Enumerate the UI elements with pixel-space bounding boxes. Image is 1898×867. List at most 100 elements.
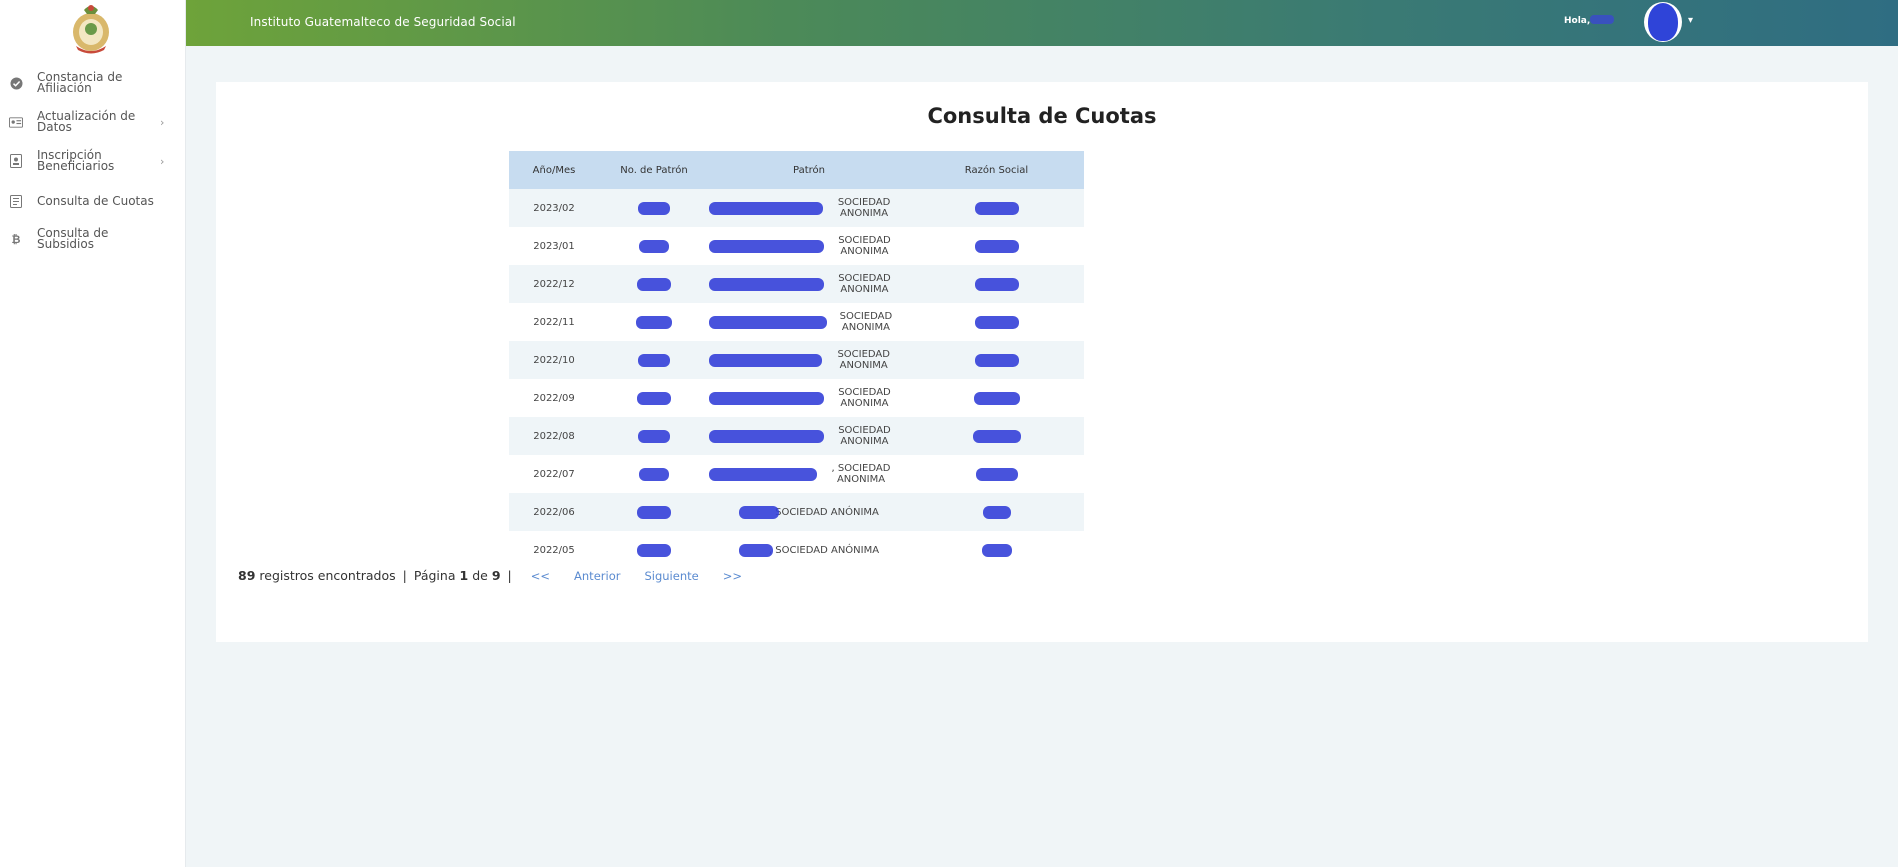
user-greeting: Hola, — [1564, 16, 1591, 26]
check-circle-icon — [9, 76, 23, 90]
column-header-patron: Patrón — [793, 164, 825, 176]
redacted-cell — [909, 543, 1084, 557]
sidebar-item-inscripcion[interactable]: Inscripción Beneficiarios › — [0, 148, 186, 174]
chevron-right-icon: › — [160, 154, 165, 168]
document-icon — [9, 194, 23, 208]
redacted-cell — [909, 353, 1084, 367]
patron-cell: SOCIEDAD ANONIMA — [709, 273, 909, 295]
sidebar-item-label: Actualización de Datos — [37, 109, 136, 134]
redacted-cell — [599, 277, 709, 291]
page-title: Consulta de Cuotas — [927, 104, 1157, 128]
redacted-cell — [909, 315, 1084, 329]
last-page-link[interactable]: >> — [723, 569, 742, 583]
total-pages: 9 — [491, 568, 501, 583]
redacted-cell — [599, 391, 709, 405]
patron-suffix: SOCIEDAD ANONIMA — [837, 197, 891, 219]
table-row: 2022/08 SOCIEDAD ANONIMA — [509, 417, 1084, 455]
redacted-cell — [909, 429, 1084, 443]
of-label: de — [472, 568, 488, 583]
patron-cell: SOCIEDAD ANONIMA — [709, 235, 909, 257]
avatar[interactable] — [1644, 2, 1682, 42]
period-cell: 2022/08 — [533, 430, 575, 442]
table-row: 2022/06 SOCIEDAD ANÓNIMA — [509, 493, 1084, 531]
patron-suffix: SOCIEDAD ANONIMA — [838, 425, 891, 447]
sidebar-item-subsidios[interactable]: ₿ Consulta de Subsidios — [0, 226, 186, 252]
patron-cell: SOCIEDAD ANONIMA — [709, 197, 909, 219]
sidebar-item-constancia[interactable]: Constancia de Afiliación — [0, 70, 186, 96]
records-text: registros encontrados — [259, 568, 396, 583]
patron-cell: , SOCIEDAD ANÓNIMA — [709, 543, 909, 557]
redacted-cell — [599, 429, 709, 443]
redacted-cell — [599, 201, 709, 215]
period-cell: 2022/12 — [533, 278, 575, 290]
redacted-cell — [909, 201, 1084, 215]
patron-suffix: SOCIEDAD ANONIMA — [838, 235, 891, 257]
redacted-cell — [909, 277, 1084, 291]
id-card-icon — [9, 115, 23, 129]
redacted-cell — [599, 315, 709, 329]
table-row: 2022/05 , SOCIEDAD ANÓNIMA — [509, 531, 1084, 569]
redacted-cell — [599, 239, 709, 253]
patron-suffix: SOCIEDAD ANONIMA — [839, 311, 893, 333]
main-card: Consulta de Cuotas Año/Mes No. de Patrón… — [216, 82, 1868, 642]
top-header: Instituto Guatemalteco de Seguridad Soci… — [186, 0, 1898, 46]
redacted-cell — [909, 239, 1084, 253]
table-row: 2022/11 SOCIEDAD ANONIMA — [509, 303, 1084, 341]
pagination: 89 registros encontrados | Página 1 de 9… — [238, 568, 766, 583]
patron-cell: SOCIEDAD ANONIMA — [709, 349, 909, 371]
period-cell: 2023/02 — [533, 202, 575, 214]
patron-cell: SOCIEDAD ANONIMA — [709, 425, 909, 447]
page-label: Página — [413, 568, 456, 583]
separator: | — [507, 568, 512, 583]
redacted-cell — [909, 391, 1084, 405]
sidebar-item-label: Constancia de Afiliación — [37, 70, 123, 95]
sidebar-item-cuotas[interactable]: Consulta de Cuotas — [0, 193, 186, 209]
redacted-cell — [909, 467, 1084, 481]
period-cell: 2022/11 — [533, 316, 575, 328]
patron-suffix: , SOCIEDAD ANÓNIMA — [768, 544, 880, 556]
sidebar-item-actualizacion[interactable]: Actualización de Datos › — [0, 109, 186, 135]
redacted-cell — [599, 467, 709, 481]
records-count: 89 — [238, 568, 256, 583]
first-page-link[interactable]: << — [531, 569, 550, 583]
redacted-cell — [599, 543, 709, 557]
table-row: 2022/07 , SOCIEDAD ANONIMA — [509, 455, 1084, 493]
patron-suffix: SOCIEDAD ANÓNIMA — [775, 506, 879, 518]
patron-cell: SOCIEDAD ANÓNIMA — [709, 505, 909, 519]
sidebar-item-label: Inscripción Beneficiarios — [37, 148, 115, 173]
period-cell: 2022/06 — [533, 506, 575, 518]
chevron-right-icon: › — [160, 115, 165, 129]
redacted-cell — [599, 353, 709, 367]
patron-suffix: SOCIEDAD ANONIMA — [838, 273, 891, 295]
patron-cell: , SOCIEDAD ANONIMA — [709, 463, 909, 485]
badge-icon — [9, 154, 23, 168]
period-cell: 2023/01 — [533, 240, 575, 252]
patron-suffix: SOCIEDAD ANONIMA — [837, 349, 890, 371]
table-row: 2023/02 SOCIEDAD ANONIMA — [509, 189, 1084, 227]
separator: | — [402, 568, 407, 583]
patron-suffix: SOCIEDAD ANONIMA — [838, 387, 891, 409]
redacted-cell — [599, 505, 709, 519]
period-cell: 2022/10 — [533, 354, 575, 366]
header-title: Instituto Guatemalteco de Seguridad Soci… — [250, 15, 516, 29]
igss-logo — [68, 2, 114, 54]
column-header-periodo: Año/Mes — [532, 164, 576, 176]
table-row: 2023/01 SOCIEDAD ANONIMA — [509, 227, 1084, 265]
table-row: 2022/09 SOCIEDAD ANONIMA — [509, 379, 1084, 417]
period-cell: 2022/05 — [533, 544, 575, 556]
sidebar-item-label: Consulta de Cuotas — [37, 193, 154, 208]
redacted-username — [1590, 15, 1614, 24]
next-page-link[interactable]: Siguiente — [644, 569, 698, 583]
period-cell: 2022/07 — [533, 468, 575, 480]
column-header-razon-social: Razón Social — [964, 164, 1029, 176]
coin-icon: ₿ — [11, 232, 21, 246]
cuotas-table: Año/Mes No. de Patrón Patrón Razón Socia… — [509, 151, 1084, 569]
period-cell: 2022/09 — [533, 392, 575, 404]
chevron-down-icon[interactable]: ▾ — [1688, 15, 1693, 26]
current-page: 1 — [459, 568, 469, 583]
patron-suffix: , SOCIEDAD ANONIMA — [831, 463, 891, 485]
patron-cell: SOCIEDAD ANONIMA — [709, 311, 909, 333]
table-row: 2022/10 SOCIEDAD ANONIMA — [509, 341, 1084, 379]
previous-page-link[interactable]: Anterior — [574, 569, 620, 583]
table-header: Año/Mes No. de Patrón Patrón Razón Socia… — [509, 151, 1084, 189]
